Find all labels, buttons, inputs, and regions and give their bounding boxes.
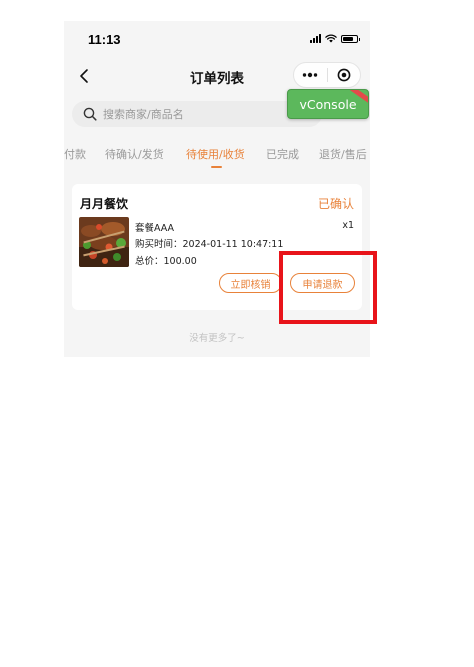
signal-icon	[310, 34, 321, 43]
order-status: 已确认	[317, 197, 354, 211]
nav-bar: 订单列表	[64, 59, 370, 93]
status-bar: 11:13	[64, 21, 370, 61]
tab-refund[interactable]: 退货/售后	[319, 146, 367, 162]
shop-name: 月月餐饮	[80, 197, 129, 211]
more-button[interactable]	[294, 63, 327, 87]
no-more-text: 没有更多了~	[189, 333, 245, 344]
tab-active-indicator	[211, 166, 222, 168]
purchase-time: 购买时间：2024-01-11 10:47:11	[135, 239, 284, 250]
close-target-icon	[337, 68, 351, 82]
phone-screen: 11:13 订单列表 搜索商家/商品名 vConsole 付款 待确认/发货 待…	[64, 21, 370, 357]
vconsole-label: vConsole	[299, 96, 357, 112]
total-price: 总价：100.00	[135, 256, 197, 267]
more-icon	[303, 72, 318, 78]
request-refund-button[interactable]: 申请退款	[290, 273, 355, 293]
verify-now-button[interactable]: 立即核销	[219, 273, 282, 293]
tab-payment[interactable]: 付款	[64, 146, 86, 162]
status-time: 11:13	[88, 32, 121, 47]
order-card[interactable]: 月月餐饮 已确认 套餐AAA x1 购买时间：2024-01-11 10:47:…	[72, 184, 362, 310]
battery-icon	[341, 34, 360, 43]
product-name: 套餐AAA	[135, 223, 175, 234]
status-icons	[310, 34, 360, 43]
search-icon	[83, 107, 97, 121]
product-quantity: x1	[342, 220, 354, 231]
wifi-icon	[325, 34, 337, 43]
close-button[interactable]	[328, 63, 361, 87]
tab-pending-confirm[interactable]: 待确认/发货	[105, 146, 164, 162]
search-input[interactable]: 搜索商家/商品名	[72, 101, 322, 127]
order-tabs: 付款 待确认/发货 待使用/收货 已完成 退货/售后	[64, 143, 370, 171]
back-icon[interactable]	[74, 65, 96, 87]
mini-program-capsule	[293, 62, 361, 88]
product-image	[79, 217, 129, 267]
search-placeholder: 搜索商家/商品名	[103, 108, 184, 121]
tab-completed[interactable]: 已完成	[266, 146, 299, 162]
vconsole-button[interactable]: vConsole	[287, 89, 369, 119]
tab-pending-use[interactable]: 待使用/收货	[186, 146, 245, 162]
